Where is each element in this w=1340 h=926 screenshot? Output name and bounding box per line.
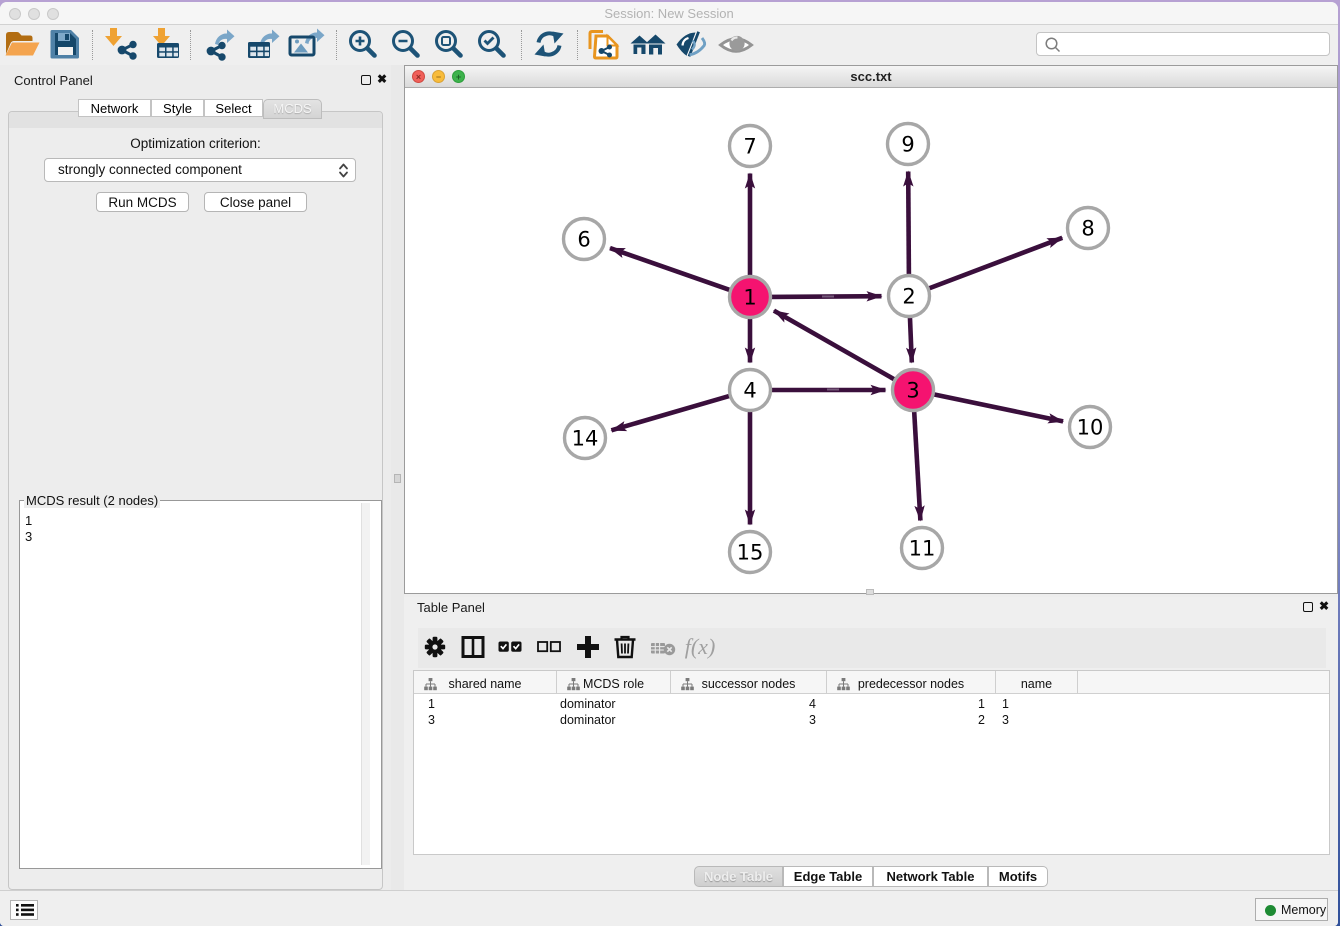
svg-text:1: 1 bbox=[743, 286, 756, 310]
svg-text:6: 6 bbox=[577, 228, 590, 252]
svg-text:15: 15 bbox=[737, 541, 764, 565]
svg-text:11: 11 bbox=[909, 537, 936, 561]
svg-text:4: 4 bbox=[743, 379, 756, 403]
svg-text:8: 8 bbox=[1081, 217, 1094, 241]
svg-text:9: 9 bbox=[901, 133, 914, 157]
svg-text:14: 14 bbox=[572, 427, 599, 451]
svg-text:2: 2 bbox=[902, 285, 915, 309]
svg-text:3: 3 bbox=[906, 379, 919, 403]
svg-text:f(x): f(x) bbox=[685, 634, 716, 659]
svg-text:7: 7 bbox=[743, 135, 756, 159]
svg-text:10: 10 bbox=[1077, 416, 1104, 440]
